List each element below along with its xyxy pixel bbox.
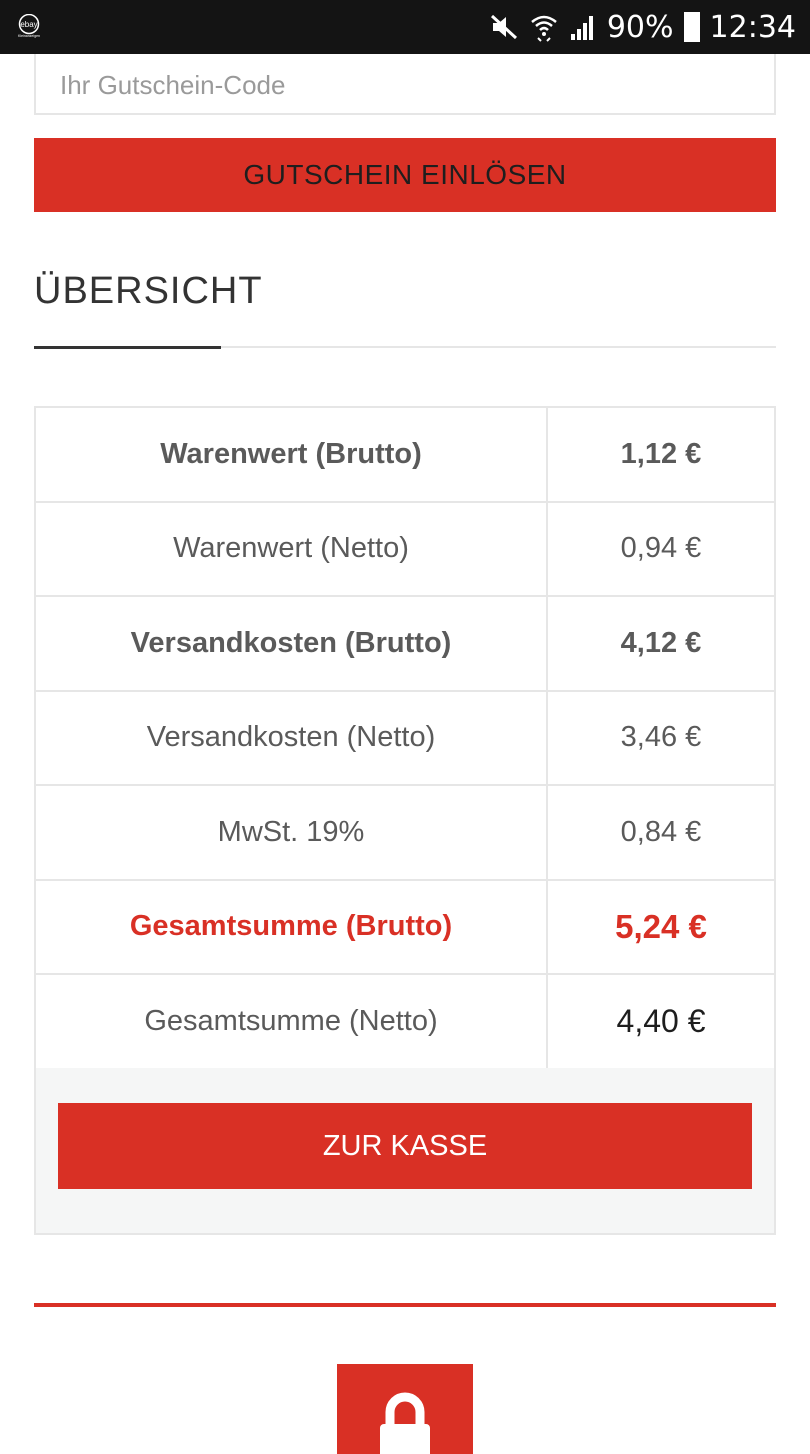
- table-row: Warenwert (Brutto) 1,12 €: [36, 408, 774, 503]
- redeem-coupon-button[interactable]: GUTSCHEIN EINLÖSEN: [34, 138, 776, 212]
- app-logo-icon: ebay Kleinanzeigen: [18, 14, 40, 38]
- secure-badge: [337, 1364, 473, 1454]
- coupon-code-input[interactable]: [34, 54, 776, 115]
- mute-icon: [490, 14, 517, 40]
- battery-percent: 90%: [606, 9, 674, 45]
- table-row: Warenwert (Netto) 0,94 €: [36, 502, 774, 597]
- table-row: Gesamtsumme (Netto) 4,40 €: [36, 975, 774, 1070]
- row-value: 1,12 €: [620, 437, 702, 470]
- checkout-button[interactable]: ZUR KASSE: [58, 1103, 752, 1189]
- row-label: Versandkosten (Brutto): [36, 597, 548, 690]
- status-bar: ebay Kleinanzeigen 90% 12:34: [0, 0, 810, 54]
- lock-icon: [380, 1392, 430, 1454]
- row-value: 5,24 €: [615, 907, 707, 945]
- table-row: Versandkosten (Netto) 3,46 €: [36, 691, 774, 786]
- row-label: Warenwert (Netto): [36, 502, 548, 595]
- row-value: 4,12 €: [620, 626, 702, 659]
- row-label: Versandkosten (Netto): [36, 691, 548, 784]
- clock: 12:34: [709, 9, 796, 45]
- table-row-total: Gesamtsumme (Brutto) 5,24 €: [36, 880, 774, 975]
- row-value: 3,46 €: [620, 721, 702, 754]
- table-row: Versandkosten (Brutto) 4,12 €: [36, 597, 774, 692]
- row-value: 0,84 €: [620, 815, 702, 848]
- row-value: 4,40 €: [616, 1002, 706, 1039]
- table-row: MwSt. 19% 0,84 €: [36, 786, 774, 881]
- row-label: Warenwert (Brutto): [36, 408, 548, 501]
- order-summary-table: Warenwert (Brutto) 1,12 € Warenwert (Net…: [34, 406, 776, 1070]
- title-underline: [34, 346, 221, 349]
- row-label: Gesamtsumme (Netto): [36, 975, 548, 1068]
- row-label: Gesamtsumme (Brutto): [36, 880, 548, 973]
- signal-icon: [570, 16, 593, 40]
- battery-icon: [683, 12, 700, 42]
- section-divider: [34, 1303, 776, 1307]
- row-value: 0,94 €: [620, 532, 702, 565]
- row-label: MwSt. 19%: [36, 786, 548, 879]
- svg-text:ebay: ebay: [20, 20, 37, 29]
- overview-title: ÜBERSICHT: [34, 270, 263, 312]
- status-icons: 90% 12:34: [489, 0, 796, 54]
- wifi-icon: [531, 15, 557, 42]
- svg-text:Kleinanzeigen: Kleinanzeigen: [18, 34, 40, 38]
